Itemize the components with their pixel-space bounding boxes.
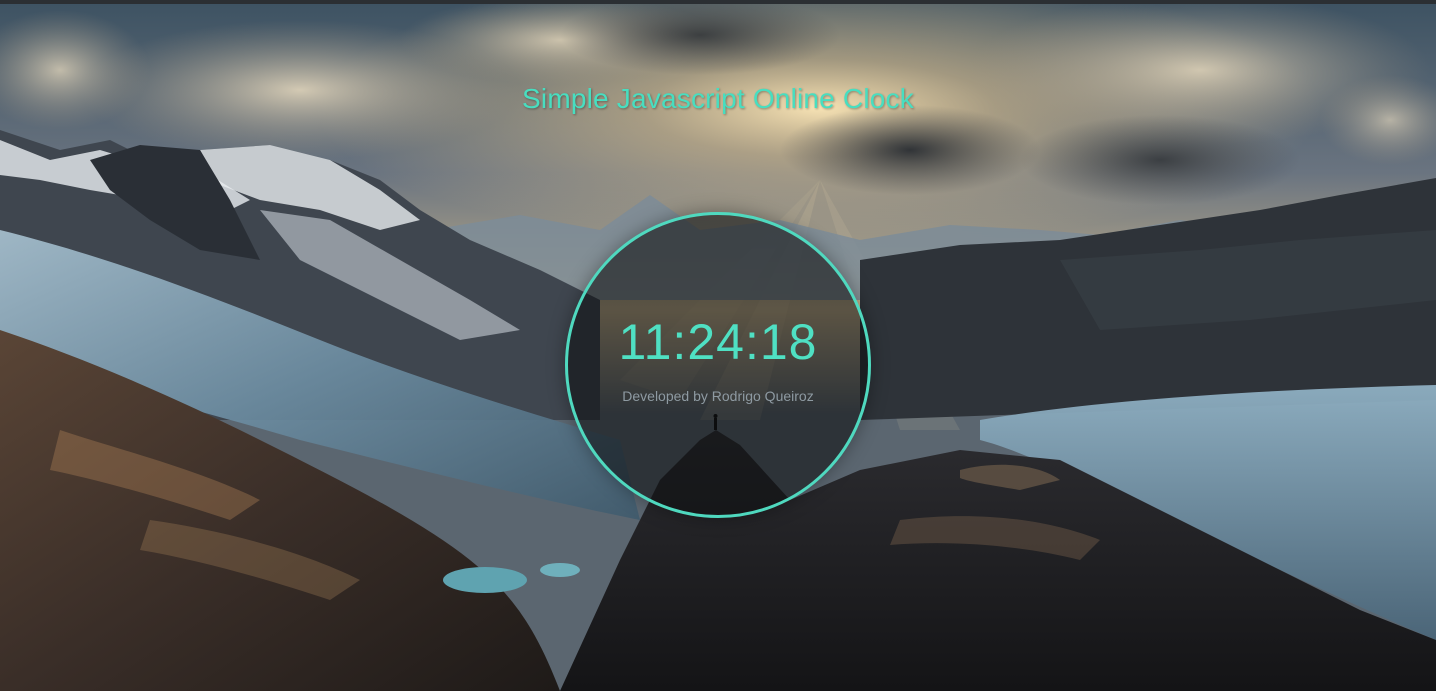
page-title: Simple Javascript Online Clock bbox=[522, 83, 914, 114]
clock-page: Simple Javascript Online Clock 11:24:18 … bbox=[0, 0, 1436, 691]
top-border bbox=[0, 0, 1436, 4]
clock-face: 11:24:18 Developed by Rodrigo Queiroz bbox=[565, 212, 871, 518]
clock-time-display: 11:24:18 bbox=[618, 314, 818, 370]
developer-credit: Developed by Rodrigo Queiroz bbox=[622, 388, 814, 404]
